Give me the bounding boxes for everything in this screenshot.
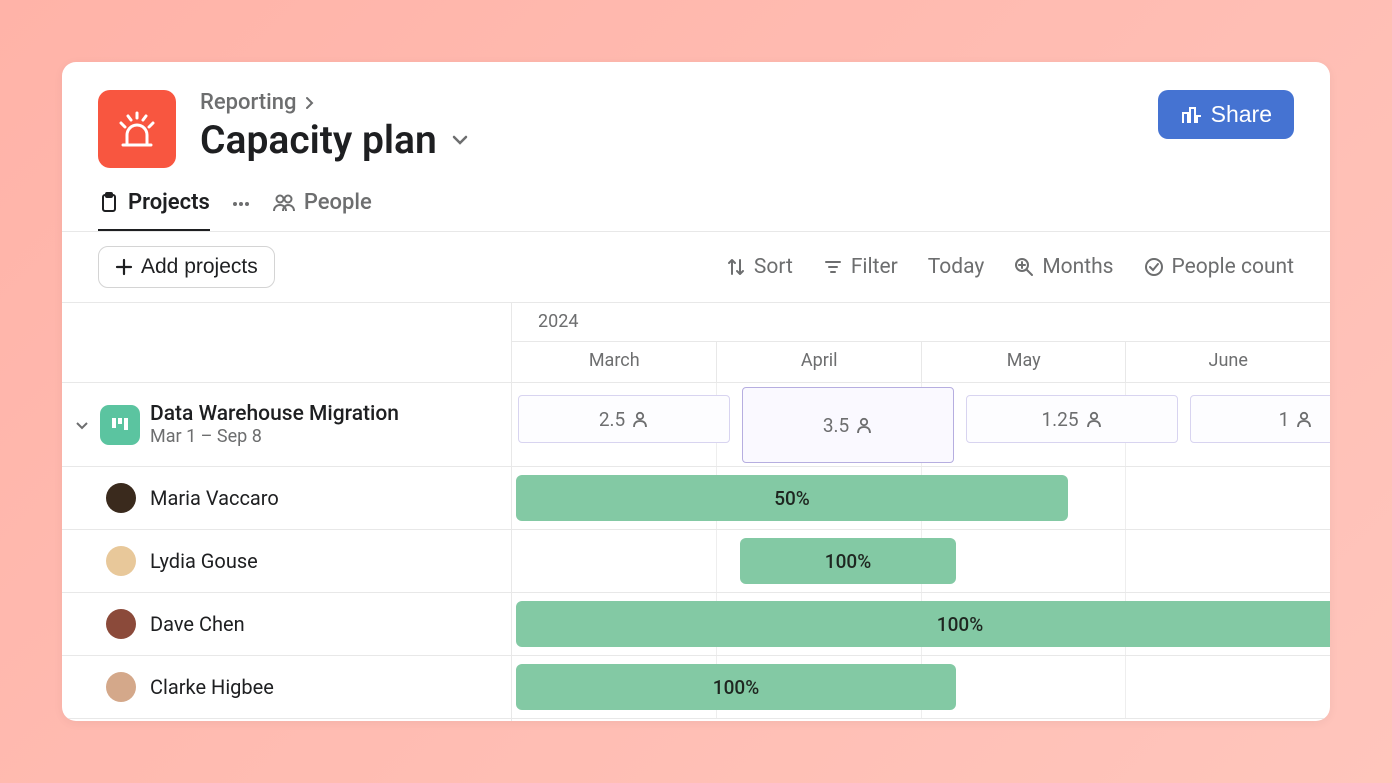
share-icon [1180,104,1202,126]
add-projects-label: Add projects [141,255,258,279]
summary-cell[interactable]: 3.5 [742,387,954,463]
month-header: May [921,341,1126,382]
avatar [106,483,136,513]
person-row[interactable]: Clarke Higbee [62,656,511,719]
person-name: Lydia Gouse [150,549,258,573]
tab-projects[interactable]: Projects [98,190,210,231]
filter-button[interactable]: Filter [823,255,898,279]
people-icon [272,192,296,214]
year-label: 2024 [512,303,1330,341]
project-row[interactable]: Data Warehouse Migration Mar 1 – Sep 8 [62,383,511,467]
page-title-row: Capacity plan [200,117,1158,163]
filter-icon [823,257,843,277]
allocation-row: 50% [512,467,1330,530]
project-dates: Mar 1 – Sep 8 [150,426,399,447]
collapse-toggle[interactable] [74,417,90,433]
month-header: March [512,341,716,382]
allocation-bar[interactable]: 100% [740,538,956,584]
today-label: Today [928,255,985,279]
board-icon [109,414,131,436]
allocation-bar[interactable]: 100% [516,664,956,710]
sort-button[interactable]: Sort [726,255,793,279]
chevron-right-icon [302,96,316,110]
add-people-button[interactable]: Add people [62,719,511,721]
timeline: Data Warehouse Migration Mar 1 – Sep 8 M… [62,303,1330,721]
avatar [106,609,136,639]
title-block: Reporting Capacity plan [200,90,1158,163]
right-column: 2024 MarchAprilMayJune 2.53.51.251 50% 10… [512,303,1330,721]
allocation-row: 100% [512,530,1330,593]
tab-people-label: People [304,190,372,215]
breadcrumb[interactable]: Reporting [200,90,1158,115]
person-row[interactable]: Maria Vaccaro [62,467,511,530]
check-circle-icon [1144,257,1164,277]
tab-people[interactable]: People [272,190,372,231]
zoom-label: Months [1042,255,1113,279]
toolbar: Add projects Sort Filter Today Months Pe… [62,232,1330,303]
month-header: June [1125,341,1330,382]
more-icon [230,193,252,215]
summary-cell[interactable]: 2.5 [518,395,730,443]
zoom-button[interactable]: Months [1014,255,1113,279]
share-label: Share [1211,101,1272,128]
month-header: April [716,341,921,382]
tab-projects-label: Projects [128,190,210,215]
plus-icon [115,258,133,276]
person-name: Dave Chen [150,612,245,636]
clipboard-icon [98,192,120,214]
people-count-label: People count [1172,255,1294,279]
person-name: Clarke Higbee [150,675,274,699]
tabs: Projects People [62,168,1330,232]
filter-label: Filter [851,255,898,279]
app-window: Reporting Capacity plan Share Projects [62,62,1330,721]
alert-icon [113,105,161,153]
people-count-button[interactable]: People count [1144,255,1294,279]
tab-projects-more[interactable] [230,193,252,229]
person-row[interactable]: Dave Chen [62,593,511,656]
sort-label: Sort [754,255,793,279]
chevron-down-icon [74,417,90,433]
header: Reporting Capacity plan Share [62,62,1330,168]
project-name: Data Warehouse Migration [150,402,399,426]
avatar [106,546,136,576]
project-icon [100,405,140,445]
summary-cell[interactable]: 1.25 [966,395,1178,443]
today-button[interactable]: Today [928,255,985,279]
title-dropdown[interactable] [449,129,471,151]
person-name: Maria Vaccaro [150,486,279,510]
left-column: Data Warehouse Migration Mar 1 – Sep 8 M… [62,303,512,721]
allocation-bar[interactable]: 50% [516,475,1068,521]
share-button[interactable]: Share [1158,90,1294,139]
avatar [106,672,136,702]
summary-cell[interactable]: 1 [1190,395,1330,443]
breadcrumb-parent: Reporting [200,90,296,115]
person-row[interactable]: Lydia Gouse [62,530,511,593]
add-projects-button[interactable]: Add projects [98,246,275,288]
timeline-header: 2024 MarchAprilMayJune [512,303,1330,383]
sort-icon [726,257,746,277]
summary-row: 2.53.51.251 [512,383,1330,467]
allocation-row: 100% [512,593,1330,656]
app-icon [98,90,176,168]
chevron-down-icon [449,129,471,151]
allocation-bar[interactable]: 100% [516,601,1330,647]
zoom-icon [1014,257,1034,277]
page-title: Capacity plan [200,117,437,163]
allocation-row: 100% [512,656,1330,719]
